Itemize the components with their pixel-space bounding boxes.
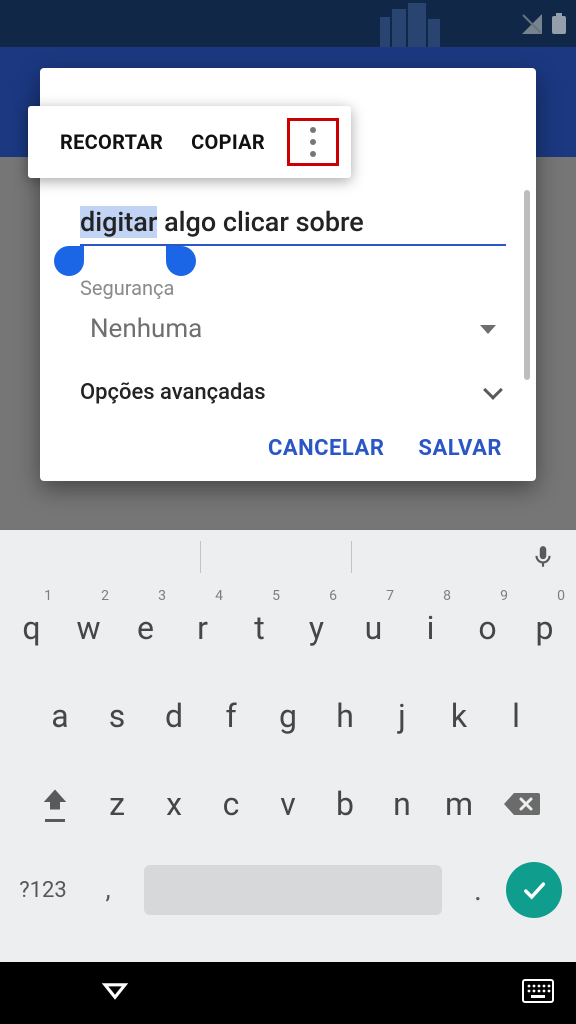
cut-button[interactable]: RECORTAR xyxy=(46,130,177,154)
security-dropdown[interactable]: Nenhuma xyxy=(80,314,506,344)
advanced-label: Opções avançadas xyxy=(80,380,266,405)
key-s[interactable]: s xyxy=(89,672,146,760)
nav-keyboard-switcher[interactable] xyxy=(522,979,554,1007)
cancel-button[interactable]: CANCELAR xyxy=(268,436,384,461)
key-h[interactable]: h xyxy=(317,672,374,760)
key-j[interactable]: j xyxy=(374,672,431,760)
key-a[interactable]: a xyxy=(32,672,89,760)
key-c[interactable]: c xyxy=(203,760,260,848)
key-l[interactable]: l xyxy=(488,672,545,760)
soft-keyboard: q1w2e3r4t5y6u7i8o9p0 asdfghjkl zxcvbnm ?… xyxy=(0,530,576,962)
key-o[interactable]: o9 xyxy=(459,584,516,672)
key-n[interactable]: n xyxy=(374,760,431,848)
key-p[interactable]: p0 xyxy=(516,584,573,672)
key-z[interactable]: z xyxy=(89,760,146,848)
key-f[interactable]: f xyxy=(203,672,260,760)
mic-icon[interactable] xyxy=(530,544,556,570)
key-i[interactable]: i8 xyxy=(402,584,459,672)
space-key[interactable] xyxy=(144,865,442,915)
advanced-options-expander[interactable]: Opções avançadas xyxy=(80,380,506,406)
status-bar xyxy=(520,0,568,47)
dialog-scrollbar[interactable] xyxy=(524,190,530,380)
selection-handle-start[interactable] xyxy=(54,246,84,276)
network-name-input-wrap[interactable]: digitar algo clicar sobre xyxy=(80,206,506,246)
chevron-down-icon xyxy=(483,380,503,400)
key-r[interactable]: r4 xyxy=(174,584,231,672)
comma-key[interactable]: , xyxy=(80,875,136,905)
navigation-bar xyxy=(0,962,576,1024)
more-vert-icon xyxy=(310,127,316,157)
dropdown-arrow-icon xyxy=(480,325,496,334)
input-rest-text: algo clicar sobre xyxy=(157,206,363,238)
decorative-buildings xyxy=(380,0,440,47)
key-k[interactable]: k xyxy=(431,672,488,760)
nav-back-button[interactable] xyxy=(100,976,130,1010)
key-v[interactable]: v xyxy=(260,760,317,848)
enter-key[interactable] xyxy=(506,862,562,918)
battery-icon xyxy=(550,12,568,36)
key-q[interactable]: q1 xyxy=(3,584,60,672)
selection-handle-end[interactable] xyxy=(166,246,196,276)
key-t[interactable]: t5 xyxy=(231,584,288,672)
shift-key[interactable] xyxy=(21,787,89,822)
key-x[interactable]: x xyxy=(146,760,203,848)
key-e[interactable]: e3 xyxy=(117,584,174,672)
security-value: Nenhuma xyxy=(80,314,202,344)
more-options-button[interactable] xyxy=(287,118,339,166)
security-label: Segurança xyxy=(80,276,506,300)
key-b[interactable]: b xyxy=(317,760,374,848)
key-g[interactable]: g xyxy=(260,672,317,760)
key-d[interactable]: d xyxy=(146,672,203,760)
no-data-icon xyxy=(520,12,544,36)
backspace-key[interactable] xyxy=(488,789,556,819)
copy-button[interactable]: COPIAR xyxy=(177,130,279,154)
network-name-input: digitar algo clicar sobre xyxy=(80,206,506,246)
symbols-key[interactable]: ?123 xyxy=(6,878,80,903)
save-button[interactable]: SALVAR xyxy=(418,436,502,461)
key-u[interactable]: u7 xyxy=(345,584,402,672)
key-m[interactable]: m xyxy=(431,760,488,848)
suggestion-bar xyxy=(0,530,576,584)
input-selected-text: digitar xyxy=(80,206,157,238)
key-w[interactable]: w2 xyxy=(60,584,117,672)
key-y[interactable]: y6 xyxy=(288,584,345,672)
text-context-menu: RECORTAR COPIAR xyxy=(28,106,351,178)
period-key[interactable]: . xyxy=(450,873,506,908)
